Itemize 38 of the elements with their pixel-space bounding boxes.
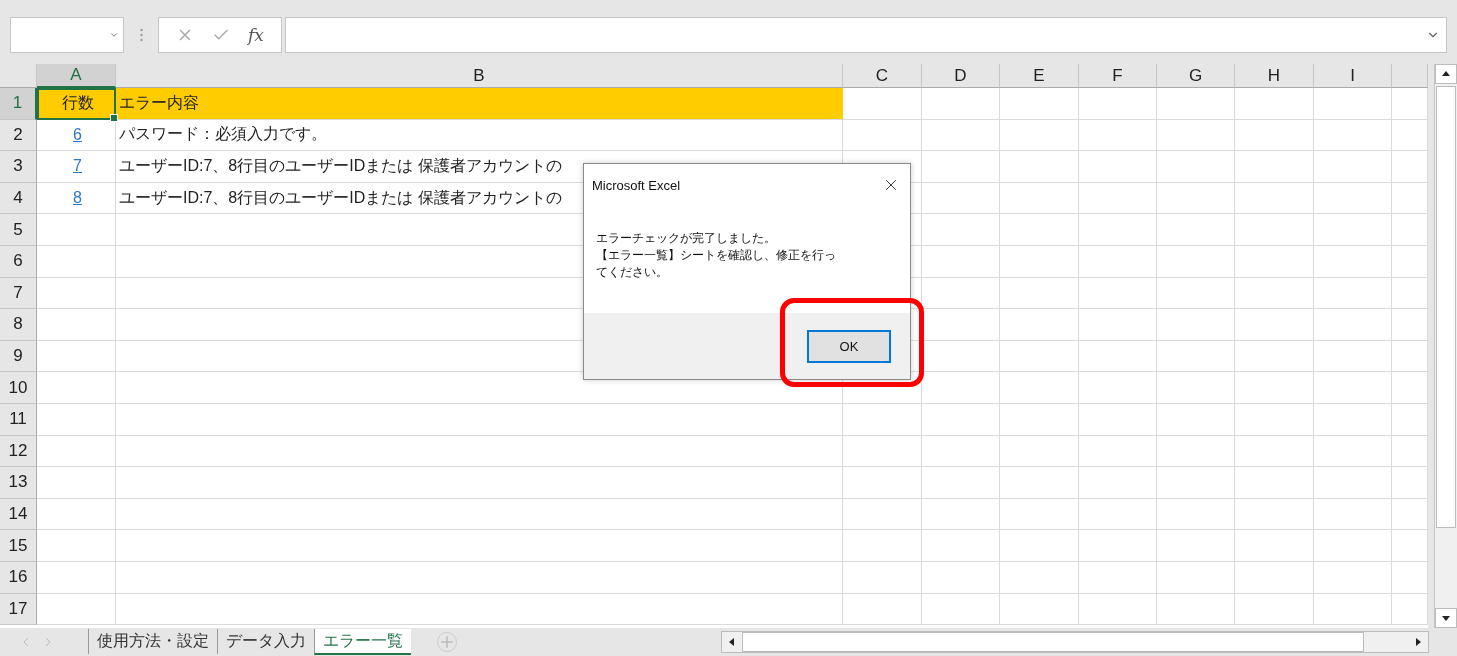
dialog-message: エラーチェックが完了しました。 [596, 230, 777, 247]
column-header[interactable]: C [843, 64, 922, 88]
table-cell: エラー内容 [116, 88, 843, 120]
row-header[interactable]: 2 [0, 119, 37, 152]
row-header[interactable]: 15 [0, 530, 37, 562]
column-header[interactable]: A [37, 64, 116, 88]
row-header[interactable]: 3 [0, 151, 37, 183]
row-header[interactable]: 9 [0, 340, 37, 373]
row-link[interactable]: 8 [73, 189, 82, 208]
row-link[interactable]: 7 [73, 157, 82, 176]
column-header[interactable]: F [1079, 64, 1157, 88]
row-header[interactable]: 6 [0, 245, 37, 278]
row-header[interactable]: 1 [0, 88, 37, 120]
table-cell: パスワード：必須入力です。 [116, 119, 843, 152]
table-cell: 行数 [37, 88, 116, 120]
row-header[interactable]: 5 [0, 214, 37, 246]
row-header[interactable]: 13 [0, 467, 37, 499]
insert-function-button[interactable]: fx [248, 25, 264, 45]
dialog-message: 【エラー一覧】シートを確認し、修正を行ってください。 [596, 247, 836, 281]
ok-button[interactable]: OK [807, 329, 891, 363]
row-header[interactable]: 12 [0, 435, 37, 468]
row-link[interactable]: 6 [73, 125, 82, 144]
column-header[interactable]: I [1314, 64, 1392, 88]
row-header[interactable]: 11 [0, 403, 37, 436]
row-header[interactable]: 8 [0, 309, 37, 341]
column-header[interactable]: E [1000, 64, 1079, 88]
column-header[interactable]: H [1235, 64, 1314, 88]
column-header[interactable]: G [1157, 64, 1235, 88]
sheet-tab[interactable]: エラー一覧 [314, 629, 411, 655]
row-header[interactable]: 4 [0, 182, 37, 215]
column-header[interactable]: B [116, 64, 843, 88]
column-header[interactable]: D [922, 64, 1000, 88]
sheet-tab[interactable]: 使用方法・設定 [88, 629, 217, 655]
row-header[interactable]: 7 [0, 277, 37, 310]
row-header[interactable]: 10 [0, 372, 37, 404]
row-header[interactable]: 16 [0, 561, 37, 594]
row-header[interactable]: 14 [0, 498, 37, 531]
row-header[interactable]: 17 [0, 593, 37, 626]
